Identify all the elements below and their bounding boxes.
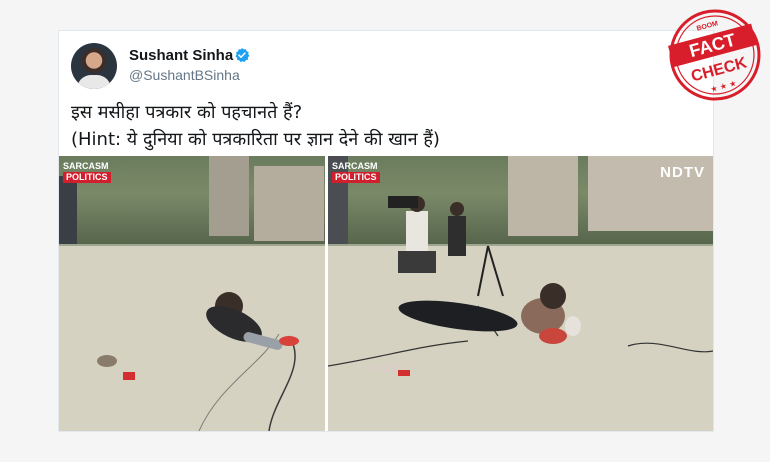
tweet-text-line-2: (Hint: ये दुनिया को पत्रकारिता पर ज्ञान …: [71, 129, 440, 150]
scene-left: [97, 292, 299, 431]
tweet-media[interactable]: SARCASM POLITICS SARCASM POLITICS NDTV: [59, 156, 713, 431]
tweet-header: Sushant Sinha @SushantBSinha: [71, 41, 701, 93]
media-frame-left[interactable]: SARCASM POLITICS: [59, 156, 325, 431]
fact-check-stamp: BOOM FACT CHECK ★ ★ ★: [668, 9, 761, 101]
verified-icon: [235, 48, 250, 63]
show-logo-right: SARCASM POLITICS: [332, 161, 380, 183]
tweet-card: Sushant Sinha @SushantBSinha इस मसीहा पत…: [58, 30, 714, 432]
author-handle[interactable]: @SushantBSinha: [129, 67, 240, 83]
show-logo-left: SARCASM POLITICS: [63, 161, 111, 183]
tweet-text-line-1: इस मसीहा पत्रकार को पहचानते हैं?: [71, 102, 303, 123]
author-name[interactable]: Sushant Sinha: [129, 47, 233, 64]
stamp-small-text: BOOM: [696, 20, 719, 32]
stamp-stars: ★ ★ ★: [709, 79, 737, 95]
media-frame-right[interactable]: SARCASM POLITICS NDTV: [328, 156, 713, 431]
scene-right: [328, 196, 713, 376]
ndtv-logo: NDTV: [660, 164, 705, 181]
tweet-text: इस मसीहा पत्रकार को पहचानते हैं? (Hint: …: [71, 99, 701, 153]
avatar[interactable]: [71, 43, 117, 89]
